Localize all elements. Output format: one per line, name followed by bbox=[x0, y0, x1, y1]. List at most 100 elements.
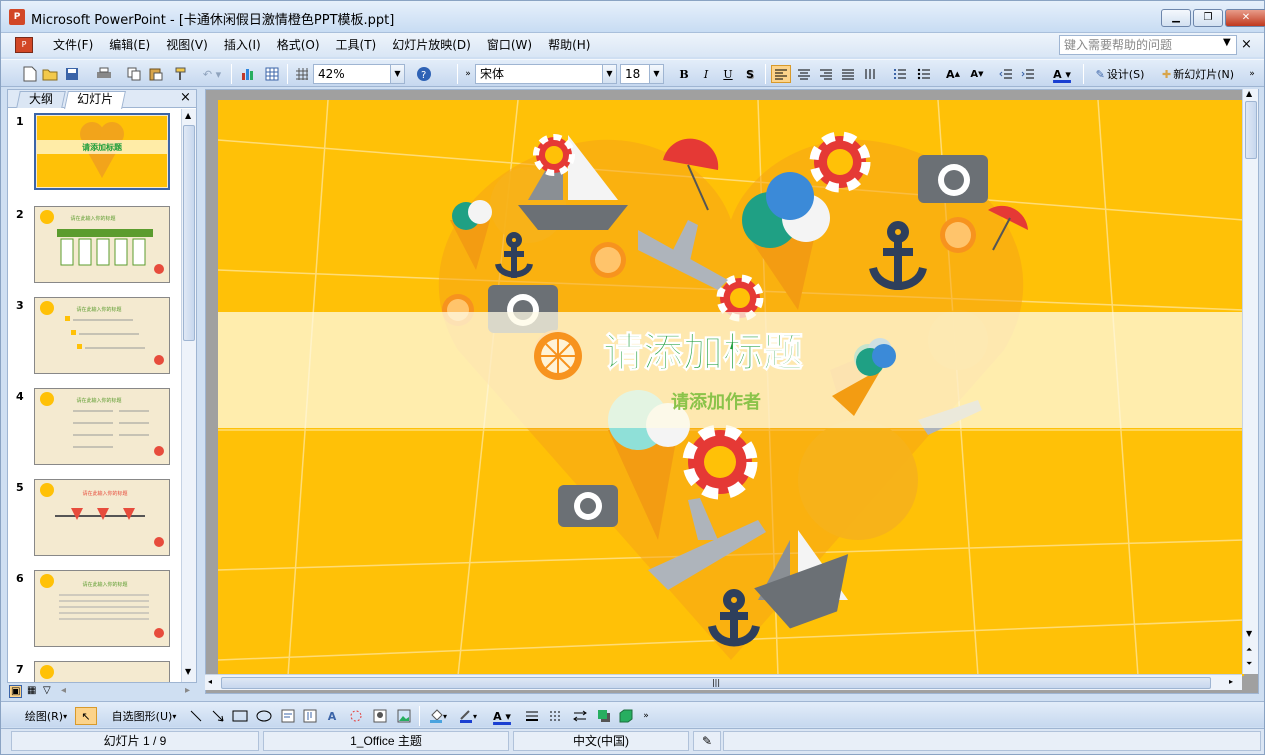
scroll-down-icon[interactable]: ▼ bbox=[1246, 629, 1252, 638]
format-painter-icon[interactable] bbox=[171, 65, 189, 83]
vertical-textbox-icon[interactable] bbox=[301, 707, 319, 725]
menu-file[interactable]: 文件(F) bbox=[45, 37, 101, 53]
thumbnail-item-7[interactable]: 7 bbox=[8, 659, 180, 682]
menu-slideshow[interactable]: 幻灯片放映(D) bbox=[384, 37, 479, 53]
scroll-right-icon[interactable]: ▸ bbox=[1229, 677, 1233, 686]
menu-view[interactable]: 视图(V) bbox=[158, 37, 216, 53]
chart-icon[interactable] bbox=[239, 65, 257, 83]
scroll-down-icon[interactable]: ▼ bbox=[185, 667, 191, 676]
pane-close-icon[interactable]: × bbox=[180, 90, 191, 105]
toolbar-options-icon[interactable]: » bbox=[1247, 65, 1257, 83]
spelling-icon[interactable]: ✎ bbox=[693, 731, 721, 751]
menu-window[interactable]: 窗口(W) bbox=[479, 37, 540, 53]
font-select[interactable]: 宋体 ▼ bbox=[475, 64, 617, 84]
previous-slide-icon[interactable]: ⏶ bbox=[1246, 645, 1252, 655]
thumbnail-item-5[interactable]: 5 请在此输入你的标题 bbox=[8, 477, 180, 565]
fill-color-icon[interactable]: ▾ bbox=[425, 707, 451, 725]
thumbnail-scrollbar[interactable]: ▲ ▼ bbox=[181, 109, 196, 682]
next-slide-icon[interactable]: ⏷ bbox=[1246, 659, 1252, 669]
increase-font-icon[interactable]: A ▲ bbox=[943, 65, 963, 83]
toolbar-options-icon[interactable]: » bbox=[463, 65, 473, 83]
textbox-icon[interactable] bbox=[279, 707, 297, 725]
scroll-right-icon[interactable]: ▸ bbox=[185, 685, 190, 696]
document-icon[interactable]: P bbox=[15, 37, 33, 53]
picture-icon[interactable] bbox=[395, 707, 413, 725]
chevron-down-icon[interactable]: ▼ bbox=[1223, 37, 1231, 48]
dash-style-icon[interactable] bbox=[547, 707, 565, 725]
tab-slides[interactable]: 幻灯片 bbox=[64, 91, 126, 109]
toolbar-options-icon[interactable]: » bbox=[641, 707, 651, 725]
slide-sorter-icon[interactable]: ▦ bbox=[27, 685, 36, 696]
line-style-icon[interactable] bbox=[523, 707, 541, 725]
font-size-select[interactable]: 18 ▼ bbox=[620, 64, 664, 84]
decrease-indent-icon[interactable] bbox=[997, 65, 1015, 83]
distribute-icon[interactable] bbox=[839, 65, 857, 83]
text-direction-icon[interactable] bbox=[861, 65, 879, 83]
paste-icon[interactable] bbox=[147, 65, 165, 83]
scrollbar-thumb[interactable] bbox=[183, 125, 195, 341]
decrease-font-icon[interactable]: A ▼ bbox=[967, 65, 987, 83]
slide-thumbnail[interactable]: 请在此输入你的标题 bbox=[34, 206, 170, 283]
minimize-button[interactable]: ▁ bbox=[1161, 9, 1191, 27]
wordart-icon[interactable]: A bbox=[323, 707, 341, 725]
menu-tools[interactable]: 工具(T) bbox=[328, 37, 385, 53]
diagram-icon[interactable] bbox=[347, 707, 365, 725]
thumbnail-item-3[interactable]: 3 请在此输入你的标题 bbox=[8, 295, 180, 383]
menu-insert[interactable]: 插入(I) bbox=[216, 37, 269, 53]
close-button[interactable]: ✕ bbox=[1225, 9, 1265, 27]
shadow-button[interactable]: S bbox=[741, 65, 759, 83]
scroll-up-icon[interactable]: ▲ bbox=[1246, 89, 1252, 98]
slide-canvas[interactable]: 请添加标题 请添加作者 bbox=[218, 100, 1244, 676]
scroll-up-icon[interactable]: ▲ bbox=[185, 111, 191, 120]
new-slide-button[interactable]: ✚ 新幻灯片(N) bbox=[1153, 65, 1243, 83]
select-pointer-icon[interactable]: ↖ bbox=[75, 707, 97, 725]
thumbnail-item-4[interactable]: 4 请在此输入你的标题 bbox=[8, 386, 180, 474]
scrollbar-thumb[interactable]: ||| bbox=[221, 677, 1211, 689]
normal-view-icon[interactable]: ▣ bbox=[9, 685, 23, 698]
rectangle-icon[interactable] bbox=[231, 707, 249, 725]
zoom-select[interactable]: 42% ▼ bbox=[313, 64, 405, 84]
shadow-style-icon[interactable] bbox=[595, 707, 613, 725]
scroll-left-icon[interactable]: ◂ bbox=[208, 677, 212, 686]
menu-edit[interactable]: 编辑(E) bbox=[101, 37, 158, 53]
copy-icon[interactable] bbox=[125, 65, 143, 83]
slide-thumbnail[interactable]: 请在此输入你的标题 bbox=[34, 570, 170, 647]
thumbnail-item-6[interactable]: 6 请在此输入你的标题 bbox=[8, 568, 180, 656]
thumbnail-item-2[interactable]: 2 请在此输入你的标题 bbox=[8, 204, 180, 292]
bold-button[interactable]: B bbox=[675, 65, 693, 83]
clipart-icon[interactable] bbox=[371, 707, 389, 725]
autoshapes-button[interactable]: 自选图形(U) ▾ bbox=[105, 707, 183, 725]
slide-horizontal-scrollbar[interactable]: ◂ ||| ▸ bbox=[205, 674, 1242, 690]
thumbnail-item-1[interactable]: 1 请添加标题 bbox=[8, 111, 180, 199]
draw-menu-button[interactable]: 绘图(R) ▾ bbox=[19, 707, 73, 725]
print-icon[interactable] bbox=[95, 65, 113, 83]
open-icon[interactable] bbox=[41, 65, 59, 83]
scroll-left-icon[interactable]: ◂ bbox=[61, 685, 66, 696]
grid-icon[interactable] bbox=[293, 65, 311, 83]
line-icon[interactable] bbox=[187, 707, 205, 725]
slide-thumbnail[interactable]: 请在此输入你的标题 bbox=[34, 297, 170, 374]
powerpoint-icon[interactable]: P bbox=[9, 9, 25, 25]
slide-thumbnail[interactable]: 请添加标题 bbox=[34, 113, 170, 190]
align-left-icon[interactable] bbox=[771, 65, 791, 83]
maximize-button[interactable]: ❐ bbox=[1193, 9, 1223, 27]
menu-help[interactable]: 帮助(H) bbox=[540, 37, 598, 53]
bullets-icon[interactable] bbox=[915, 65, 933, 83]
chevron-down-icon[interactable]: ▼ bbox=[649, 65, 663, 83]
arrow-icon[interactable] bbox=[209, 707, 227, 725]
slide-vertical-scrollbar[interactable]: ▲ ▼ ⏶ ⏷ bbox=[1242, 89, 1258, 674]
tab-outline[interactable]: 大纲 bbox=[16, 91, 66, 108]
menu-format[interactable]: 格式(O) bbox=[269, 37, 328, 53]
undo-icon[interactable]: ↶ ▾ bbox=[199, 65, 225, 83]
font-color-icon[interactable]: A ▾ bbox=[1047, 65, 1077, 83]
help-search-input[interactable]: 键入需要帮助的问题 bbox=[1059, 35, 1237, 55]
document-close-icon[interactable]: × bbox=[1241, 37, 1252, 52]
numbering-icon[interactable] bbox=[891, 65, 909, 83]
slide-thumbnail[interactable] bbox=[34, 661, 170, 682]
3d-style-icon[interactable] bbox=[617, 707, 635, 725]
italic-button[interactable]: I bbox=[697, 65, 715, 83]
chevron-down-icon[interactable]: ▼ bbox=[602, 65, 616, 83]
increase-indent-icon[interactable] bbox=[1019, 65, 1037, 83]
underline-button[interactable]: U bbox=[719, 65, 737, 83]
slideshow-icon[interactable]: ▽ bbox=[43, 685, 51, 696]
